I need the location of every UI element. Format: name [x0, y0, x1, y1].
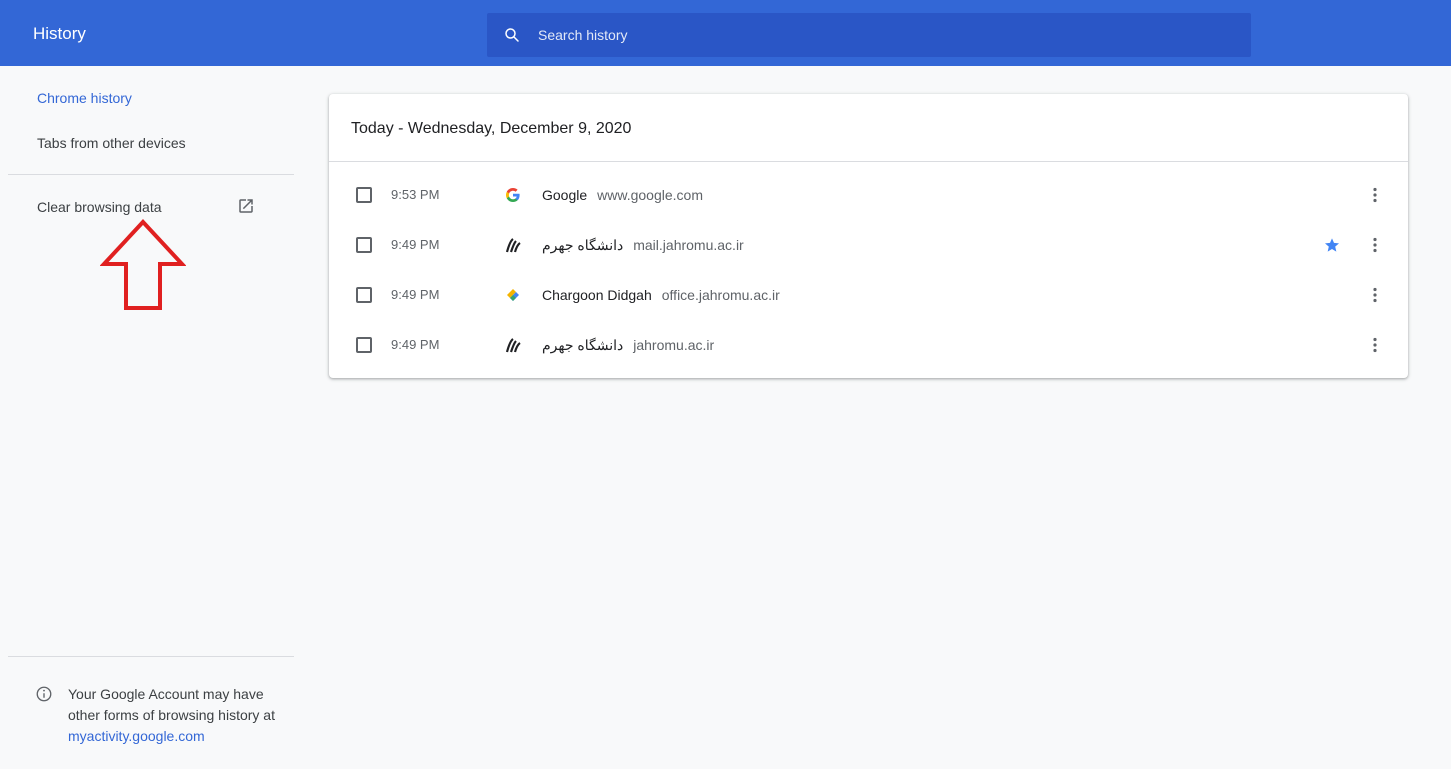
- history-entry-link[interactable]: Chargoon Didgah office.jahromu.ac.ir: [542, 287, 780, 303]
- history-row[interactable]: 9:49 PM Chargoon Didgah office.jahromu.ac…: [329, 270, 1408, 320]
- myactivity-link[interactable]: myactivity.google.com: [68, 728, 205, 744]
- app-title: History: [33, 24, 86, 43]
- history-row[interactable]: 9:53 PM Google www.google.com: [329, 170, 1408, 220]
- history-entry-link[interactable]: دانشگاه جهرم mail.jahromu.ac.ir: [542, 237, 744, 254]
- visit-time: 9:49 PM: [391, 287, 440, 302]
- entry-title: دانشگاه جهرم: [542, 237, 624, 253]
- more-vert-icon[interactable]: [1365, 185, 1385, 205]
- search-box[interactable]: [487, 13, 1251, 57]
- history-row[interactable]: 9:49 PM دانشگاه جهرم jahromu.ac.ir: [329, 320, 1408, 370]
- entry-title: Chargoon Didgah: [542, 287, 652, 303]
- more-vert-icon[interactable]: [1365, 235, 1385, 255]
- sidebar-item-tabs-from-other-devices[interactable]: Tabs from other devices: [37, 135, 186, 151]
- info-icon: [36, 686, 52, 702]
- visit-time: 9:49 PM: [391, 337, 440, 352]
- date-header: Today - Wednesday, December 9, 2020: [351, 120, 632, 137]
- jahrom-university-favicon-icon: [505, 338, 521, 353]
- more-vert-icon[interactable]: [1365, 285, 1385, 305]
- sidebar-footer-divider: [8, 656, 294, 657]
- row-checkbox[interactable]: [356, 337, 372, 353]
- chargoon-favicon-icon: [507, 289, 519, 301]
- history-entry-link[interactable]: دانشگاه جهرم jahromu.ac.ir: [542, 337, 714, 354]
- jahrom-university-favicon-icon: [505, 238, 521, 253]
- sidebar: Chrome history Tabs from other devices C…: [0, 66, 294, 769]
- search-icon: [505, 28, 519, 42]
- visit-time: 9:49 PM: [391, 237, 440, 252]
- row-checkbox[interactable]: [356, 187, 372, 203]
- visit-time: 9:53 PM: [391, 187, 440, 202]
- row-checkbox[interactable]: [356, 237, 372, 253]
- sidebar-item-chrome-history[interactable]: Chrome history: [37, 90, 132, 106]
- sidebar-divider: [8, 174, 294, 175]
- account-info-text: Your Google Account may have other forms…: [68, 684, 288, 747]
- history-row[interactable]: 9:49 PM دانشگاه جهرم mail.jahromu.ac.ir: [329, 220, 1408, 270]
- entry-domain: www.google.com: [597, 187, 703, 203]
- entry-domain: jahromu.ac.ir: [633, 337, 715, 353]
- entry-domain: mail.jahromu.ac.ir: [633, 237, 744, 253]
- account-info-message: Your Google Account may have other forms…: [68, 686, 275, 723]
- search-input[interactable]: [538, 13, 1228, 57]
- history-card: Today - Wednesday, December 9, 2020 9:53…: [329, 94, 1408, 378]
- toolbar: History: [0, 0, 1451, 66]
- entry-title: دانشگاه جهرم: [542, 337, 624, 353]
- bookmark-star-icon[interactable]: [1324, 237, 1340, 253]
- google-favicon-icon: [506, 188, 520, 202]
- history-entry-link[interactable]: Google www.google.com: [542, 187, 703, 203]
- entry-domain: office.jahromu.ac.ir: [661, 287, 780, 303]
- annotation-arrow: [100, 219, 186, 310]
- card-divider: [329, 161, 1408, 162]
- more-vert-icon[interactable]: [1365, 335, 1385, 355]
- entry-title: Google: [542, 187, 588, 203]
- open-in-new-icon[interactable]: [237, 197, 255, 215]
- row-checkbox[interactable]: [356, 287, 372, 303]
- clear-browsing-data-link[interactable]: Clear browsing data: [37, 199, 162, 215]
